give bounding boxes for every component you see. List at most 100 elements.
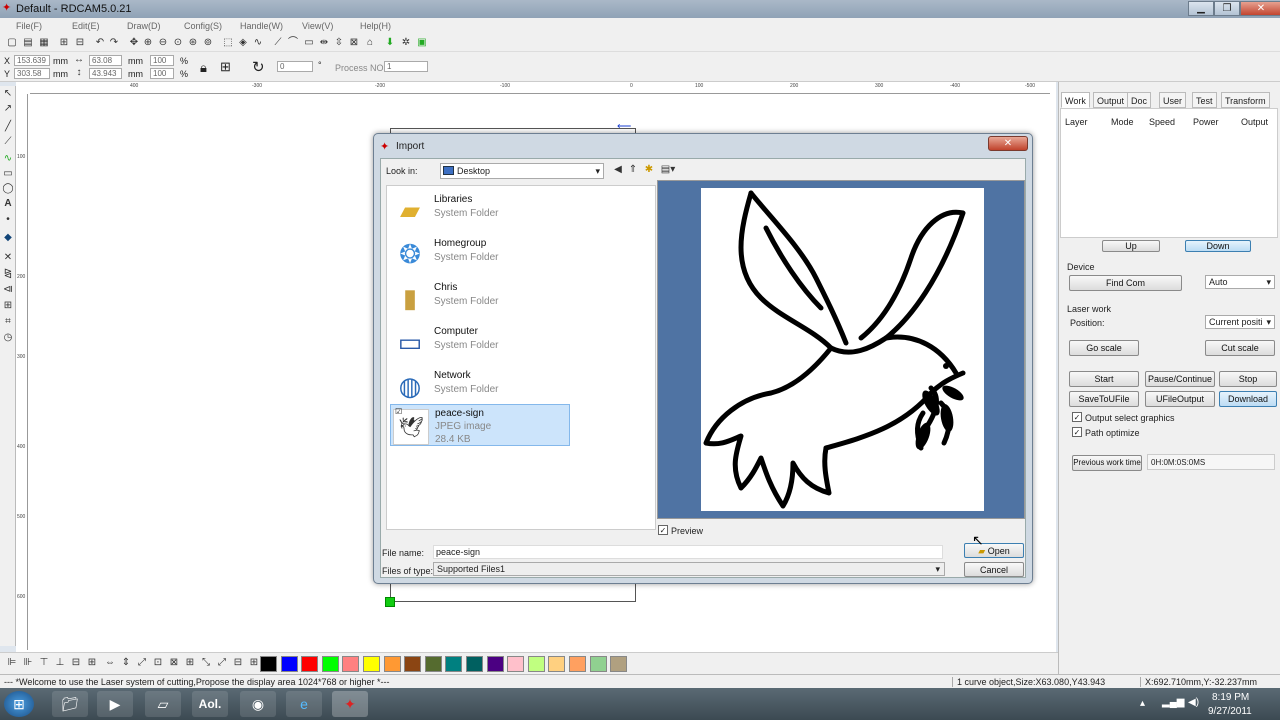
distribute-v-icon[interactable]: ⊠ [168, 657, 180, 669]
align-center-v-icon[interactable]: ⊞ [86, 657, 98, 669]
color-swatch[interactable] [445, 656, 463, 672]
rectangle-icon[interactable]: ▭ [303, 37, 315, 49]
go-scale-button[interactable]: Go scale [1069, 340, 1139, 356]
same-width-icon[interactable]: ⇔ [104, 657, 116, 669]
tray-arrow-icon[interactable]: ▴ [1140, 698, 1145, 709]
file-list[interactable]: ▰ Libraries System Folder ❂ Homegroup Sy… [386, 185, 656, 530]
start-orb-icon[interactable]: ⊞ [4, 691, 34, 717]
width-field[interactable]: 63.08 [89, 55, 122, 66]
item-checkbox-icon[interactable]: ☑ [395, 407, 402, 416]
align-left-icon[interactable]: ⊫ [6, 657, 18, 669]
rdcam-taskbar-icon[interactable]: ✦ [332, 691, 368, 717]
file-name-input[interactable]: peace-sign [433, 545, 943, 559]
pan-icon[interactable]: ✥ [128, 37, 140, 49]
list-item-selected[interactable]: 🕊︎ ☑ peace-sign JPEG image 28.4 KB [390, 404, 570, 446]
crop-tool-icon[interactable]: ⌗ [2, 316, 14, 328]
explorer-icon[interactable]: 📁︎ [52, 691, 88, 717]
internet-explorer-icon[interactable]: e [286, 691, 322, 717]
previous-work-time-button[interactable]: Previous work time [1072, 455, 1142, 471]
mirror-h-icon[interactable]: ⧎ [2, 268, 14, 280]
rect-tool-icon[interactable]: ▭ [2, 168, 14, 180]
scale-y-field[interactable]: 100 [150, 68, 174, 79]
list-item[interactable]: ❂ Homegroup System Folder [390, 232, 570, 274]
list-item[interactable]: ▰ Libraries System Folder [390, 188, 570, 230]
output-select-checkbox[interactable]: ✓ [1072, 412, 1082, 422]
tab-user[interactable]: User [1159, 92, 1187, 108]
anchor-grid-icon[interactable]: ⊞ [220, 59, 231, 75]
line-tool-icon[interactable]: ╱ [2, 121, 14, 133]
polyline-tool-icon[interactable]: ⟋ [2, 136, 14, 148]
save-icon[interactable]: ▦ [38, 37, 50, 49]
height-field[interactable]: 43.943 [89, 68, 122, 79]
align-right-icon[interactable]: ⊪ [22, 657, 34, 669]
fill-tool-icon[interactable]: ◆ [2, 232, 14, 244]
menu-edit[interactable]: Edit(E) [72, 21, 100, 31]
chrome-icon[interactable]: ◉ [240, 691, 276, 717]
process-no-field[interactable]: 1 [384, 61, 428, 72]
stop-button[interactable]: Stop [1219, 371, 1277, 387]
device-select[interactable]: Auto ▾ [1205, 275, 1275, 289]
pause-continue-button[interactable]: Pause/Continue [1145, 371, 1215, 387]
distribute-icon[interactable]: ⊠ [348, 37, 360, 49]
distribute-h-icon[interactable]: ⊡ [152, 657, 164, 669]
group-icon[interactable]: ⊞ [184, 657, 196, 669]
color-swatch[interactable] [424, 656, 442, 672]
rotate-icon[interactable]: ↻ [252, 58, 265, 76]
up-folder-icon[interactable]: ⇑ [627, 164, 639, 176]
color-swatch[interactable] [507, 656, 525, 672]
same-size-icon[interactable]: ⤢ [136, 657, 148, 669]
tab-test[interactable]: Test [1192, 92, 1217, 108]
folder-sync-icon[interactable]: ▱ [145, 691, 181, 717]
layer-up-button[interactable]: Up [1102, 240, 1160, 252]
menu-config[interactable]: Config(S) [184, 21, 222, 31]
x-position-field[interactable]: 153.639 [14, 55, 50, 66]
layer-green-icon[interactable]: ▣ [416, 37, 428, 49]
close-button[interactable]: ✕ [1240, 1, 1280, 16]
align-v-icon[interactable]: ⇳ [333, 37, 345, 49]
menu-file[interactable]: File(F) [16, 21, 42, 31]
back-icon[interactable]: ◀ [612, 164, 624, 176]
zoom-fit-icon[interactable]: ⊙ [172, 37, 184, 49]
color-swatch[interactable] [486, 656, 504, 672]
color-swatch[interactable] [321, 656, 339, 672]
zoom-in-icon[interactable]: ⊕ [142, 37, 154, 49]
tab-doc[interactable]: Doc [1127, 92, 1152, 108]
grid-tool-icon[interactable]: ⊞ [2, 300, 14, 312]
preview-checkbox[interactable]: ✓ [658, 525, 668, 535]
setting-icon[interactable]: ✲ [400, 37, 412, 49]
color-swatch[interactable] [610, 656, 628, 672]
path-optimize-checkbox[interactable]: ✓ [1072, 427, 1082, 437]
maximize-button[interactable]: ❐ [1214, 1, 1240, 16]
zoom-select-icon[interactable]: ⊚ [202, 37, 214, 49]
color-swatch[interactable] [527, 656, 545, 672]
tab-transform[interactable]: Transform [1221, 92, 1270, 108]
view-menu-icon[interactable]: ▤▾ [658, 164, 678, 176]
file-type-select[interactable]: Supported Files1 ▾ [433, 562, 945, 576]
zoom-page-icon[interactable]: ⊛ [187, 37, 199, 49]
color-swatch[interactable] [301, 656, 319, 672]
curve-tool-icon[interactable]: ∿ [2, 153, 14, 165]
position-select[interactable]: Current positi ▾ [1205, 315, 1275, 329]
redo-icon[interactable]: ↷ [108, 37, 120, 49]
combine-icon[interactable]: ⤢ [216, 657, 228, 669]
curve-icon[interactable]: ⌒ [287, 37, 299, 49]
layer-down-button[interactable]: Down [1185, 240, 1251, 252]
menu-view[interactable]: View(V) [302, 21, 333, 31]
tab-work[interactable]: Work [1061, 92, 1090, 108]
tab-output[interactable]: Output [1093, 92, 1129, 108]
color-swatch[interactable] [548, 656, 566, 672]
clock-time[interactable]: 8:19 PM [1212, 692, 1249, 703]
ufile-output-button[interactable]: UFileOutput [1145, 391, 1215, 407]
point-tool-icon[interactable]: • [2, 214, 14, 226]
open-file-icon[interactable]: ▤ [22, 37, 34, 49]
menu-handle[interactable]: Handle(W) [240, 21, 283, 31]
break-icon[interactable]: ⊟ [232, 657, 244, 669]
volume-tray-icon[interactable]: ◀) [1188, 697, 1199, 708]
color-swatch[interactable] [260, 656, 277, 672]
export-icon[interactable]: ⊟ [74, 37, 86, 49]
start-button[interactable]: Start [1069, 371, 1139, 387]
color-swatch[interactable] [589, 656, 607, 672]
align-center-h-icon[interactable]: ⊟ [70, 657, 82, 669]
minimize-button[interactable]: ▁ [1188, 1, 1214, 16]
angle-field[interactable]: 0 [277, 61, 313, 72]
